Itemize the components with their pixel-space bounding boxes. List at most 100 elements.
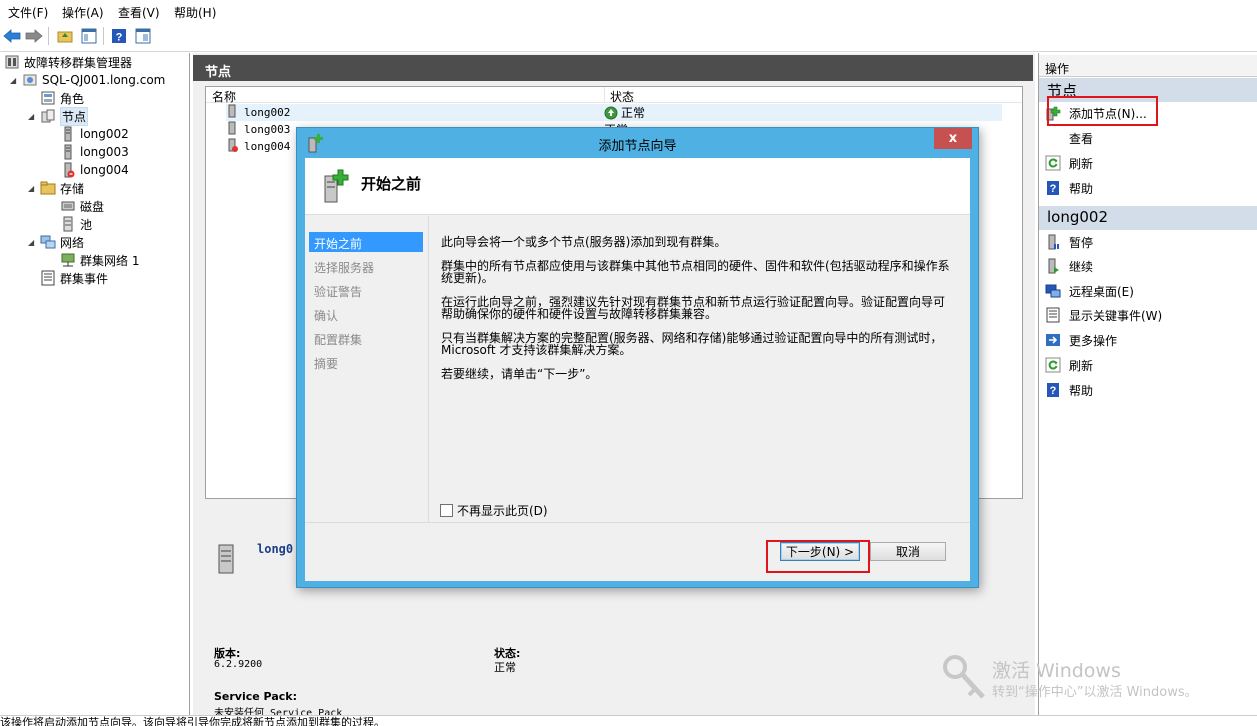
forward-arrow-icon[interactable]	[24, 26, 44, 46]
selected-node-name: long0	[257, 542, 294, 556]
tree-item-node-long002[interactable]: long002	[60, 125, 129, 143]
properties-icon[interactable]	[133, 26, 153, 46]
tree-item-pools[interactable]: 池	[60, 215, 92, 233]
back-arrow-icon[interactable]	[2, 26, 22, 46]
dont-show-checkbox[interactable]	[440, 504, 453, 517]
highlight-add-node	[1047, 96, 1158, 126]
help-icon[interactable]: ?	[109, 26, 129, 46]
watermark-subtitle: 转到“操作中心”以激活 Windows。	[992, 685, 1198, 700]
wizard-header: 开始之前	[305, 158, 970, 215]
storage-icon	[40, 180, 56, 196]
server-large-icon	[218, 544, 234, 574]
cluster-manager-icon	[4, 54, 20, 70]
actions-pane: 操作 节点 添加节点(N)... 查看 刷新 ? 帮助 long002 暂停 继…	[943, 53, 1257, 715]
event-log-icon	[40, 270, 56, 286]
menu-action[interactable]: 操作(A)	[62, 4, 104, 21]
critical-events-icon	[1045, 307, 1061, 323]
pool-icon	[60, 216, 76, 232]
key-watermark-icon	[943, 655, 985, 699]
refresh-node-action[interactable]: 刷新	[1045, 355, 1093, 375]
wizard-content: 此向导会将一个或多个节点(服务器)添加到现有群集。 群集中的所有节点都应使用与该…	[428, 216, 970, 522]
menu-bar: 文件(F) 操作(A) 查看(V) 帮助(H)	[0, 0, 1257, 22]
step-validation-warning: 验证警告	[314, 285, 363, 299]
actions-section-long002[interactable]: long002	[1039, 206, 1257, 230]
tree-item-nodes[interactable]: ◢ 节点	[28, 106, 89, 126]
disk-icon	[60, 198, 76, 214]
remote-desktop-action[interactable]: 远程桌面(E)	[1045, 281, 1134, 301]
view-icon	[1045, 130, 1061, 146]
server-icon	[60, 126, 76, 142]
close-button[interactable]: x	[934, 128, 972, 149]
tree-item-cluster-network-1[interactable]: 群集网络 1	[60, 251, 139, 269]
dont-show-label: 不再显示此页(D)	[457, 504, 548, 518]
server-icon	[226, 121, 240, 138]
server-down-icon	[60, 162, 76, 178]
continue-paragraph: 若要继续，请单击“下一步”。	[441, 367, 598, 381]
version-value: 6.2.9200	[214, 659, 263, 670]
status-value: 正常	[494, 661, 516, 674]
wizard-footer: 下一步(N) > 取消	[305, 522, 970, 581]
show-tree-icon[interactable]	[79, 26, 99, 46]
wizard-body: 开始之前 开始之前 选择服务器 验证警告 确认 配置群集 摘要 此向导会将一个或…	[305, 158, 970, 581]
navigation-tree: 故障转移群集管理器 ◢ SQL-QJ001.long.com 角色 ◢ 节点 l…	[0, 53, 190, 715]
list-row[interactable]: long002 正常	[226, 104, 1002, 121]
tree-item-disks[interactable]: 磁盘	[60, 197, 104, 215]
svg-text:?: ?	[1050, 385, 1057, 397]
watermark-title: 激活 Windows	[992, 660, 1121, 682]
expand-arrow-icon[interactable]: ◢	[28, 112, 38, 121]
show-critical-events-action[interactable]: 显示关键事件(W)	[1045, 305, 1162, 325]
close-icon: x	[948, 131, 958, 146]
resume-action[interactable]: 继续	[1045, 256, 1093, 276]
help-node-action[interactable]: ? 帮助	[1045, 380, 1093, 400]
tree-item-node-long003[interactable]: long003	[60, 143, 129, 161]
refresh-action[interactable]: 刷新	[1045, 153, 1093, 173]
tree-item-cluster-events[interactable]: 群集事件	[40, 269, 108, 287]
server-icon	[60, 144, 76, 160]
add-node-large-icon	[324, 169, 349, 203]
svg-text:?: ?	[1050, 183, 1057, 195]
list-header: 名称 状态	[206, 87, 1022, 105]
expand-arrow-icon[interactable]: ◢	[10, 76, 20, 85]
refresh-icon	[1045, 155, 1061, 171]
pause-action[interactable]: 暂停	[1045, 232, 1093, 252]
highlight-next-button	[766, 540, 870, 573]
network-adapter-icon	[60, 252, 76, 268]
view-action[interactable]: 查看	[1045, 128, 1093, 148]
wizard-steps: 开始之前 选择服务器 验证警告 确认 配置群集 摘要	[305, 216, 427, 522]
tree-item-networks[interactable]: ◢ 网络	[28, 233, 84, 251]
help-action[interactable]: ? 帮助	[1045, 178, 1093, 198]
column-header-name[interactable]: 名称	[212, 88, 236, 105]
tree-root[interactable]: 故障转移群集管理器	[4, 53, 132, 71]
menu-help[interactable]: 帮助(H)	[174, 4, 216, 21]
step-confirmation: 确认	[314, 309, 339, 323]
up-folder-icon[interactable]	[55, 26, 75, 46]
dont-show-option[interactable]: 不再显示此页(D)	[440, 502, 548, 519]
actions-title: 操作	[1039, 55, 1257, 77]
intro-paragraph: 此向导会将一个或多个节点(服务器)添加到现有群集。	[441, 235, 727, 249]
support-paragraph: 只有当群集解决方案的完整配置(服务器、网络和存储)能够通过验证配置向导中的所有测…	[441, 331, 943, 357]
step-before-you-begin[interactable]: 开始之前	[309, 232, 423, 252]
menu-file[interactable]: 文件(F)	[8, 4, 48, 21]
cluster-icon	[22, 72, 38, 88]
column-header-status[interactable]: 状态	[610, 88, 634, 105]
tree-cluster[interactable]: ◢ SQL-QJ001.long.com	[10, 71, 165, 89]
status-up-icon	[604, 106, 618, 119]
tree-item-roles[interactable]: 角色	[40, 89, 84, 107]
server-icon	[226, 104, 240, 121]
network-icon	[40, 234, 56, 250]
help-icon: ?	[1045, 180, 1061, 196]
menu-view[interactable]: 查看(V)	[118, 4, 160, 21]
more-actions-action[interactable]: 更多操作	[1045, 330, 1117, 350]
step-select-servers: 选择服务器	[314, 261, 375, 275]
nodes-icon	[40, 108, 56, 124]
expand-arrow-icon[interactable]: ◢	[28, 184, 38, 193]
wizard-page-title: 开始之前	[361, 175, 422, 193]
tree-item-node-long004[interactable]: long004	[60, 161, 129, 179]
tree-item-storage[interactable]: ◢ 存储	[28, 179, 84, 197]
resume-node-icon	[1045, 258, 1061, 274]
step-summary: 摘要	[314, 357, 339, 371]
expand-arrow-icon[interactable]: ◢	[28, 238, 38, 247]
page-title: 节点	[193, 55, 1033, 81]
wizard-title: 添加节点向导	[598, 139, 677, 154]
cancel-button[interactable]: 取消	[870, 542, 946, 561]
